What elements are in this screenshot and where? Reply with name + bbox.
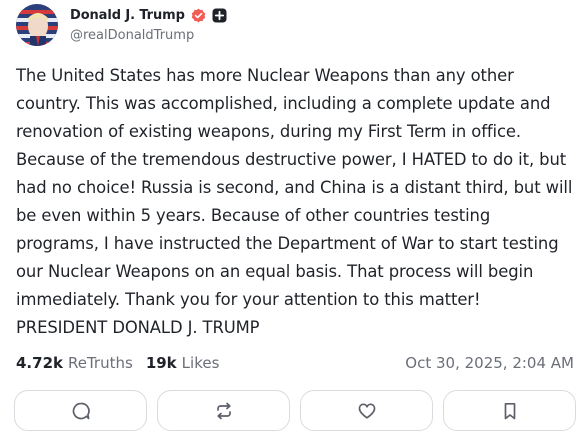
retruths-count[interactable]: 4.72k: [16, 354, 63, 372]
bookmark-button[interactable]: [443, 390, 576, 431]
author-handle[interactable]: @realDonaldTrump: [70, 28, 194, 43]
retruth-button[interactable]: [157, 390, 290, 431]
post-timestamp[interactable]: Oct 30, 2025, 2:04 AM: [405, 352, 574, 374]
bookmark-icon: [500, 401, 520, 421]
retruth-icon: [214, 401, 234, 421]
post-stats: 4.72k ReTruths 19k Likes: [16, 352, 219, 374]
truth-post: Donald J. Trump @realDonaldTrump The Uni…: [0, 0, 587, 433]
author-name[interactable]: Donald J. Trump: [70, 8, 185, 23]
likes-count[interactable]: 19k: [146, 354, 177, 372]
plus-badge-icon: [212, 8, 227, 23]
like-button[interactable]: [300, 390, 433, 431]
verified-check-icon: [191, 8, 206, 23]
reply-icon: [71, 401, 91, 421]
author-name-row: Donald J. Trump: [70, 6, 227, 24]
likes-label[interactable]: Likes: [182, 354, 220, 372]
retruths-label[interactable]: ReTruths: [68, 354, 133, 372]
like-icon: [357, 401, 377, 421]
post-body: The United States has more Nuclear Weapo…: [16, 66, 573, 337]
reply-button[interactable]: [14, 390, 147, 431]
action-bar: [14, 390, 576, 431]
avatar[interactable]: [16, 4, 58, 46]
